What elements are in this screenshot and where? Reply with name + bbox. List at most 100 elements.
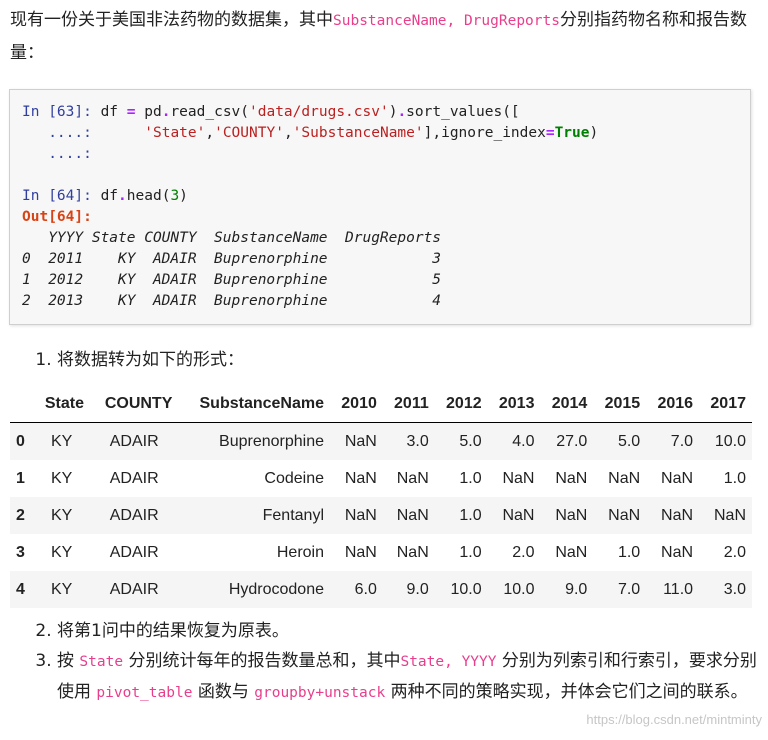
table-cell: 9.0 (406, 580, 429, 598)
q3-code: State, YYYY (400, 654, 497, 670)
result-table: State COUNTY SubstanceName 2010 2011 201… (10, 386, 752, 608)
code-block: In [63]: df = pd.read_csv('data/drugs.cs… (22, 104, 599, 309)
table-cell: 1.0 (459, 506, 482, 524)
row-index: 4 (16, 580, 25, 598)
table-row: 0 KY ADAIR Buprenorphine NaN 3.0 5.0 4.0… (10, 422, 752, 460)
table-cell: ADAIR (109, 469, 159, 487)
table-cell: ADAIR (109, 580, 159, 598)
table-cell: 2.0 (723, 543, 746, 561)
table-row: 4 KY ADAIR Hydrocodone 6.0 9.0 10.0 10.0… (10, 571, 752, 608)
table-cell: NaN (502, 506, 535, 524)
prompt-out64: Out[64]: (22, 209, 92, 225)
table-cell: KY (50, 543, 73, 561)
table-cell: Codeine (264, 469, 324, 487)
intro-paragraph: 现有一份关于美国非法药物的数据集，其中SubstanceName, DrugRe… (10, 4, 755, 69)
table-cell: 1.0 (459, 543, 482, 561)
question-list-2: 将第1问中的结果恢复为原表。 按 State 分别统计每年的报告数量总和，其中S… (0, 616, 768, 708)
table-cell: KY (50, 432, 73, 450)
table-cell: 27.0 (556, 432, 588, 450)
table-cell: KY (50, 580, 73, 598)
table-cell: 5.0 (617, 432, 641, 450)
column-header: 2012 (434, 386, 488, 423)
column-header: State (33, 386, 90, 423)
table-cell: 1.0 (459, 469, 482, 487)
prompt-in63: In [63]: (22, 104, 92, 120)
table-cell: NaN (608, 506, 641, 524)
question-list-1: 将数据转为如下的形式： (0, 345, 244, 375)
table-row: 2 KY ADAIR Fentanyl NaN NaN 1.0 NaN NaN … (10, 497, 752, 534)
column-header: 2017 (699, 386, 752, 423)
table-cell: NaN (713, 506, 746, 524)
table-cell: KY (50, 469, 73, 487)
intro-inline-code: SubstanceName, DrugReports (333, 13, 560, 29)
table-cell: NaN (344, 432, 377, 450)
table-cell: 7.0 (670, 432, 694, 450)
column-header: 2011 (382, 386, 435, 423)
table-cell: NaN (555, 506, 588, 524)
table-cell: 3.0 (406, 432, 429, 450)
table-cell: NaN (396, 543, 429, 561)
prompt-in64: In [64]: (22, 188, 92, 204)
q3-code: pivot_table (96, 685, 193, 701)
q3-code: groupby+unstack (254, 685, 386, 701)
table-cell: Heroin (276, 543, 324, 561)
intro-text-1: 现有一份关于美国非法药物的数据集，其中 (10, 10, 333, 30)
table-cell: NaN (555, 543, 588, 561)
table-cell: 11.0 (663, 580, 694, 598)
column-header: 2016 (646, 386, 700, 423)
table-cell: 1.0 (723, 469, 746, 487)
table-cell: ADAIR (109, 432, 159, 450)
table-cell: ADAIR (109, 506, 159, 524)
table-cell: NaN (396, 506, 429, 524)
table-cell: NaN (555, 469, 588, 487)
table-cell: NaN (344, 469, 377, 487)
prompt-cont-2: ....: (48, 146, 92, 162)
column-header: 2013 (487, 386, 541, 423)
column-header: 2014 (540, 386, 594, 423)
df-row: 2 2013 KY ADAIR Buprenorphine 4 (22, 293, 442, 309)
table-cell: NaN (344, 506, 377, 524)
table-cell: NaN (608, 469, 641, 487)
table-cell: NaN (661, 506, 694, 524)
df-header: YYYY State COUNTY SubstanceName DrugRepo… (22, 230, 442, 246)
code-cell: In [63]: df = pd.read_csv('data/drugs.cs… (9, 89, 751, 325)
table-cell: NaN (344, 543, 377, 561)
question-1: 将数据转为如下的形式： (57, 345, 244, 375)
question-2: 将第1问中的结果恢复为原表。 (57, 616, 768, 646)
table-cell: 6.0 (354, 580, 377, 598)
table-cell: KY (50, 506, 73, 524)
watermark: https://blog.csdn.net/mintminty (586, 712, 762, 727)
q3-text: 两种不同的策略实现，并体会它们之间的联系。 (390, 682, 748, 702)
q3-text: 分别统计每年的报告数量总和，其中 (128, 651, 401, 671)
table-cell: 10.0 (450, 580, 482, 598)
table-cell: 10.0 (503, 580, 535, 598)
question-3: 按 State 分别统计每年的报告数量总和，其中State, YYYY 分别为列… (57, 646, 768, 708)
table-row: 3 KY ADAIR Heroin NaN NaN 1.0 2.0 NaN 1.… (10, 534, 752, 571)
table-cell: NaN (502, 469, 535, 487)
table-cell: Buprenorphine (219, 432, 324, 450)
table-cell: NaN (396, 469, 429, 487)
df-row: 0 2011 KY ADAIR Buprenorphine 3 (22, 251, 442, 267)
table-cell: 3.0 (723, 580, 746, 598)
table-cell: 9.0 (565, 580, 588, 598)
row-index: 0 (16, 432, 25, 450)
table-header-row: State COUNTY SubstanceName 2010 2011 201… (10, 386, 752, 423)
q3-code: State (79, 654, 124, 670)
q3-text: 按 (57, 651, 74, 671)
table-cell: 2.0 (512, 543, 535, 561)
table-cell: 5.0 (459, 432, 482, 450)
table-cell: 1.0 (617, 543, 641, 561)
table-cell: NaN (661, 543, 694, 561)
table-cell: 4.0 (512, 432, 535, 450)
q3-text: 函数与 (197, 682, 249, 702)
table-cell: ADAIR (109, 543, 159, 561)
row-index: 3 (16, 543, 25, 561)
column-header: SubstanceName (178, 386, 330, 423)
row-index: 2 (16, 506, 25, 524)
column-header: 2010 (330, 386, 383, 423)
table-row: 1 KY ADAIR Codeine NaN NaN 1.0 NaN NaN N… (10, 460, 752, 497)
column-header: COUNTY (90, 386, 179, 423)
df-row: 1 2012 KY ADAIR Buprenorphine 5 (22, 272, 442, 288)
column-header (10, 386, 34, 423)
table-cell: 7.0 (617, 580, 641, 598)
